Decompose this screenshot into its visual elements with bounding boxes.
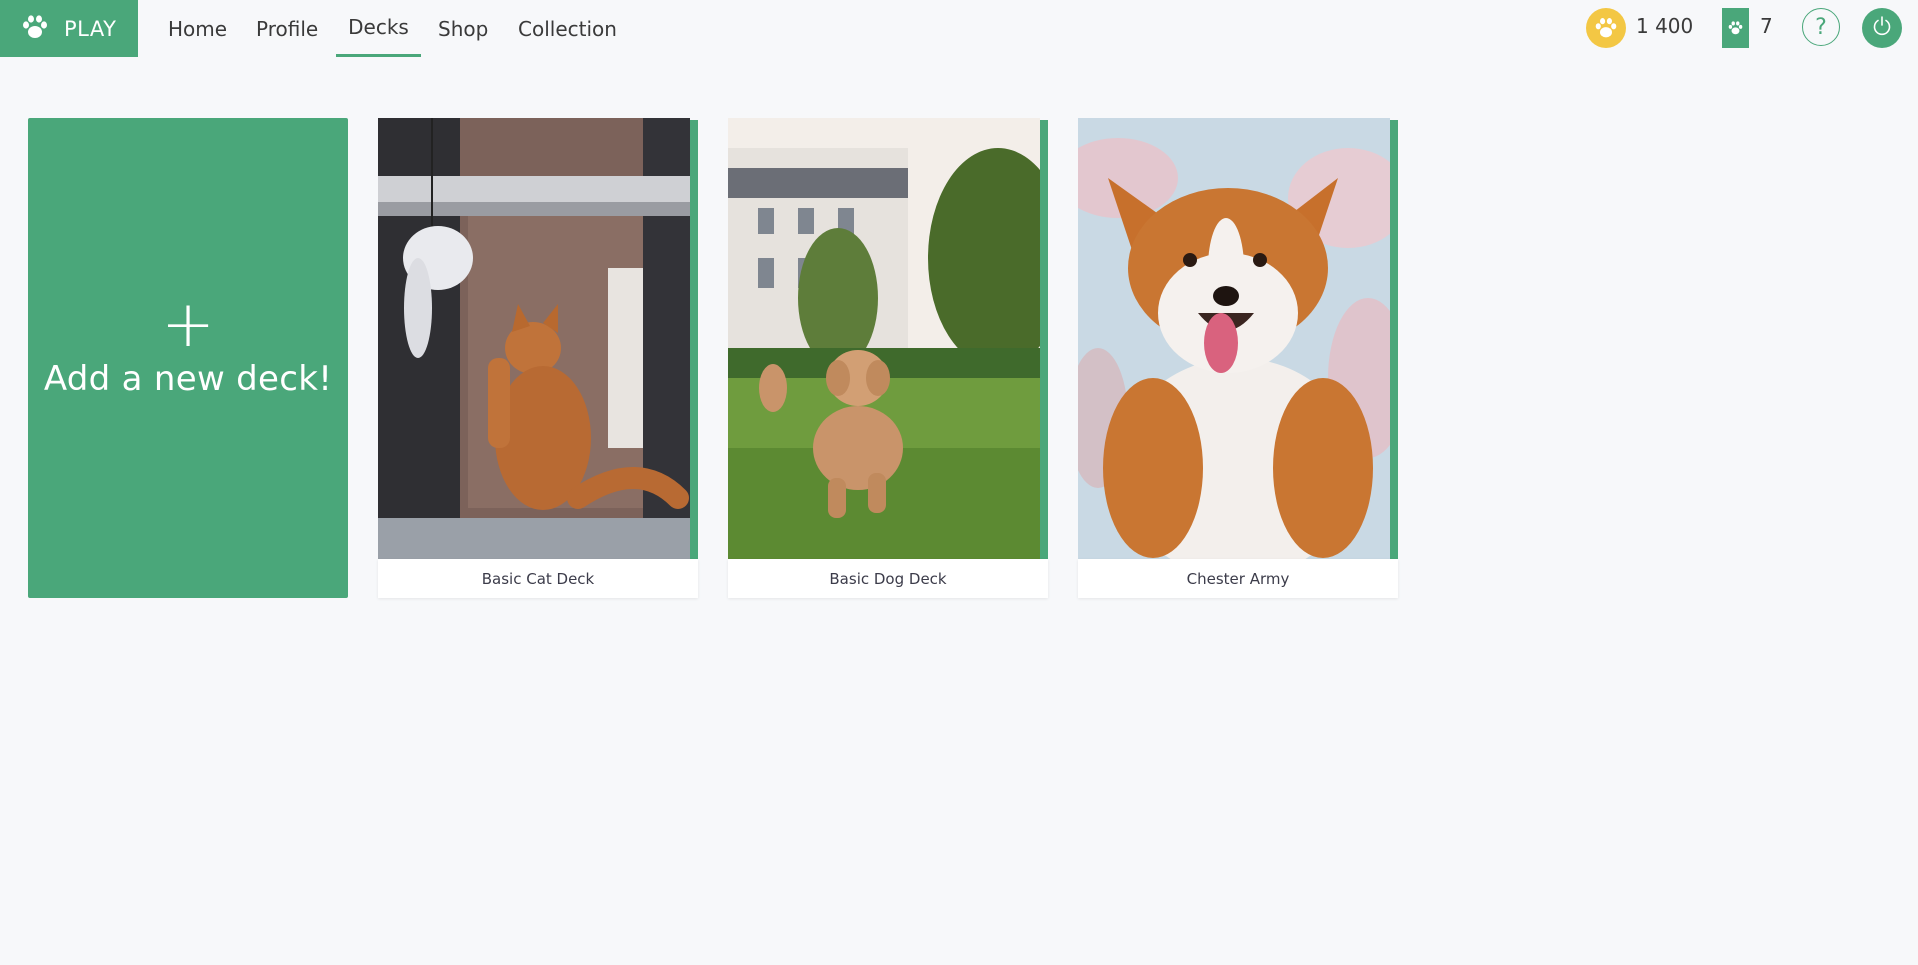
play-label: PLAY [64, 16, 117, 41]
help-icon: ? [1815, 14, 1827, 40]
deck-image-dog [728, 118, 1040, 559]
coin-balance: 1 400 [1636, 14, 1694, 38]
deck-card[interactable]: Basic Dog Deck [728, 118, 1048, 598]
deck-name: Basic Dog Deck [728, 559, 1048, 598]
deck-image-cat [378, 118, 690, 559]
deck-card[interactable]: Chester Army [1078, 118, 1398, 598]
add-deck-label: Add a new deck! [43, 359, 333, 399]
nav-collection[interactable]: Collection [518, 0, 617, 57]
deck-name: Chester Army [1078, 559, 1398, 598]
pack-paw-icon [1722, 8, 1749, 48]
nav-home[interactable]: Home [168, 0, 227, 57]
pack-count: 7 [1760, 14, 1773, 38]
deck-name: Basic Cat Deck [378, 559, 698, 598]
deck-card[interactable]: Basic Cat Deck [378, 118, 698, 598]
deck-image-corgi [1078, 118, 1390, 559]
play-button[interactable]: PLAY [0, 0, 138, 57]
top-navigation-bar: PLAY Home Profile Decks Shop Collection … [0, 0, 1918, 58]
help-button[interactable]: ? [1802, 8, 1840, 46]
logout-button[interactable] [1862, 8, 1902, 48]
power-icon [1870, 14, 1894, 42]
add-new-deck-button[interactable]: + Add a new deck! [28, 118, 348, 598]
nav-decks[interactable]: Decks [336, 0, 421, 57]
plus-icon: + [161, 288, 215, 362]
coin-paw-icon [1586, 8, 1626, 48]
paw-icon [20, 13, 50, 45]
nav-shop[interactable]: Shop [438, 0, 488, 57]
nav-profile[interactable]: Profile [256, 0, 318, 57]
